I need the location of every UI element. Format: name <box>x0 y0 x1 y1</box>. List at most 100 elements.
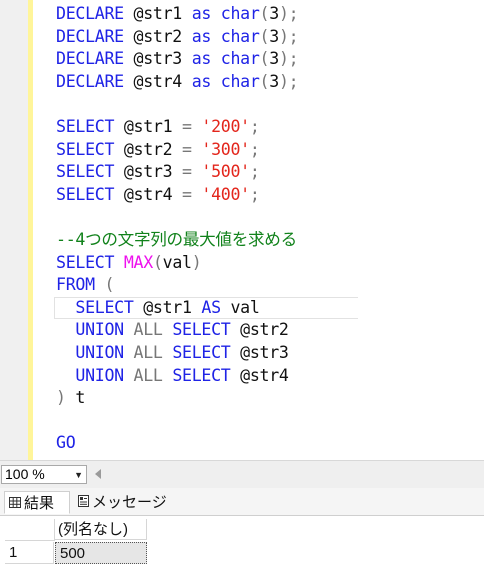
code-token: ) <box>56 388 66 408</box>
code-token: val <box>162 252 192 272</box>
code-line[interactable]: SELECT @str2 = '300'; <box>56 139 298 162</box>
code-token: @str4 <box>123 71 192 91</box>
code-token: --4つの文字列の最大値を求める <box>56 229 297 249</box>
code-line[interactable]: SELECT @str1 = '200'; <box>56 116 298 139</box>
code-token: as <box>191 4 212 23</box>
code-token: UNION <box>75 342 124 362</box>
code-line[interactable]: DECLARE @str4 as char(3); <box>56 71 299 94</box>
row-number[interactable]: 1 <box>5 542 54 564</box>
code-line[interactable]: DECLARE @str2 as char(3); <box>56 26 299 49</box>
code-token: DECLARE <box>56 4 124 23</box>
code-token: 3 <box>269 71 279 91</box>
code-token: = <box>182 184 192 204</box>
code-line[interactable]: UNION ALL SELECT @str4 <box>56 365 298 388</box>
code-token: '300' <box>201 139 250 159</box>
code-token: ); <box>278 4 299 23</box>
tab-results[interactable]: 結果 <box>4 491 70 514</box>
scroll-left-icon[interactable] <box>95 469 101 479</box>
code-token: ); <box>278 71 299 91</box>
code-line[interactable] <box>56 206 298 229</box>
code-token: @str3 <box>230 342 289 362</box>
code-token: @str2 <box>123 26 192 46</box>
result-cell[interactable]: 500 <box>55 542 147 564</box>
code-line[interactable]: SELECT @str1 AS val <box>54 296 359 320</box>
grid-corner[interactable] <box>5 519 55 541</box>
code-token: '200' <box>201 116 250 136</box>
code-token: ALL <box>133 342 163 362</box>
code-line[interactable]: GO <box>56 432 298 455</box>
tab-results-label: 結果 <box>24 495 55 512</box>
code-token: @str3 <box>114 162 182 182</box>
code-line[interactable]: UNION ALL SELECT @str2 <box>56 319 298 342</box>
code-line[interactable]: DECLARE @str1 as char(3); <box>56 3 299 26</box>
tab-messages[interactable]: メッセージ <box>76 491 167 514</box>
code-token: MAX <box>123 252 153 272</box>
code-token: t <box>65 388 86 408</box>
tab-messages-label: メッセージ <box>92 494 167 511</box>
zoom-value: 100 % <box>5 466 45 482</box>
code-line[interactable]: UNION ALL SELECT @str3 <box>56 342 298 365</box>
code-line[interactable] <box>56 93 298 116</box>
code-token: 3 <box>269 4 279 23</box>
editor-statusbar: 100 % ▼ <box>0 460 484 488</box>
code-token: SELECT <box>56 252 115 272</box>
code-line[interactable]: SELECT @str3 = '500'; <box>56 161 298 184</box>
code-token: as <box>191 49 212 69</box>
code-token: UNION <box>75 320 124 340</box>
code-line[interactable]: FROM ( <box>56 274 298 297</box>
code-token: @str4 <box>230 365 289 385</box>
code-token: ; <box>249 116 260 136</box>
code-line[interactable]: ) t <box>56 387 298 410</box>
code-token: char <box>220 26 260 46</box>
code-line[interactable]: --4つの文字列の最大値を求める <box>56 229 298 252</box>
code-token: ( <box>152 252 163 272</box>
code-token: char <box>220 4 260 23</box>
code-token: @str2 <box>230 320 289 340</box>
code-lines[interactable]: DECLARE @str1 as char(3); DECLARE @str2 a… <box>54 3 359 455</box>
code-token: ; <box>249 184 260 204</box>
code-token: as <box>191 26 212 46</box>
editor-gutter <box>0 0 28 460</box>
code-token: DECLARE <box>56 49 124 69</box>
results-grid[interactable]: (列名なし) 1 500 <box>0 516 484 573</box>
chevron-down-icon: ▼ <box>74 470 83 480</box>
code-token: char <box>220 71 260 91</box>
code-line[interactable]: DECLARE @str3 as char(3); <box>56 48 299 71</box>
code-token: '400' <box>201 184 250 204</box>
code-token: = <box>182 139 192 159</box>
code-token: ( <box>259 26 270 46</box>
query-editor[interactable]: DECLARE @str1 as char(3); DECLARE @str2 a… <box>0 0 484 460</box>
code-token: @str2 <box>114 139 182 159</box>
column-header[interactable]: (列名なし) <box>55 519 147 540</box>
code-line[interactable]: SELECT @str4 = '400'; <box>56 184 298 207</box>
code-token: GO <box>56 433 76 453</box>
code-line[interactable] <box>56 410 298 433</box>
code-token: ALL <box>133 320 163 340</box>
code-line[interactable]: SELECT MAX(val) <box>56 252 298 275</box>
current-line-highlight <box>54 296 359 320</box>
code-token: FROM <box>56 275 95 295</box>
results-tabs: 結果 メッセージ <box>0 488 484 516</box>
horizontal-scrollbar[interactable] <box>106 463 484 485</box>
zoom-select[interactable]: 100 % ▼ <box>1 465 87 484</box>
code-token: ); <box>278 26 299 46</box>
code-token: SELECT <box>56 184 115 204</box>
code-token: SELECT <box>56 162 115 182</box>
code-token: SELECT <box>172 320 231 340</box>
code-token: as <box>191 71 212 91</box>
code-token: DECLARE <box>56 26 124 46</box>
code-token: ( <box>259 71 270 91</box>
grid-icon <box>9 492 21 515</box>
